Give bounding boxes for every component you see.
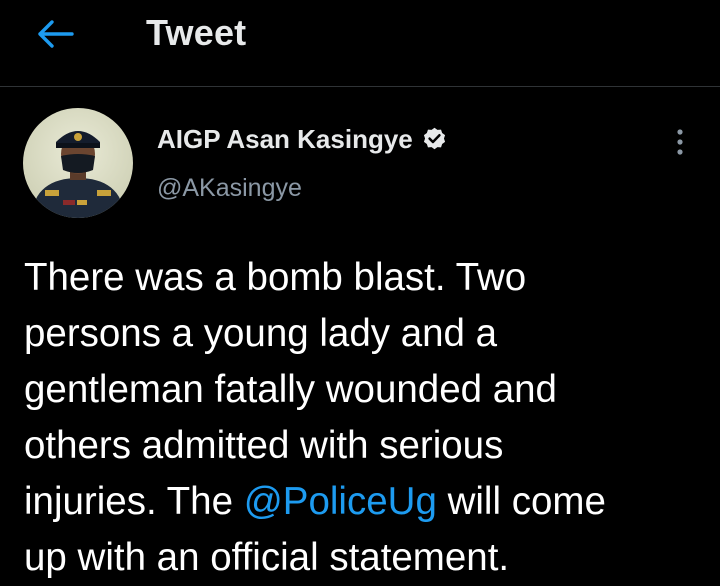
arrow-left-icon <box>38 20 74 48</box>
author-display-name[interactable]: AIGP Asan Kasingye <box>157 124 413 155</box>
author-name-row: AIGP Asan Kasingye <box>157 124 448 155</box>
author-handle[interactable]: @AKasingye <box>157 174 302 203</box>
avatar-image <box>23 108 133 218</box>
back-button[interactable] <box>30 14 80 54</box>
mention-link[interactable]: @PoliceUg <box>244 480 437 523</box>
avatar[interactable] <box>23 108 133 218</box>
tweet-text: There was a bomb blast. Two persons a yo… <box>24 250 704 586</box>
page-title: Tweet <box>146 12 247 53</box>
verified-badge-icon <box>421 126 448 153</box>
more-options-button[interactable] <box>664 124 696 160</box>
more-vertical-icon <box>677 129 683 155</box>
top-app-bar: Tweet <box>0 0 720 87</box>
